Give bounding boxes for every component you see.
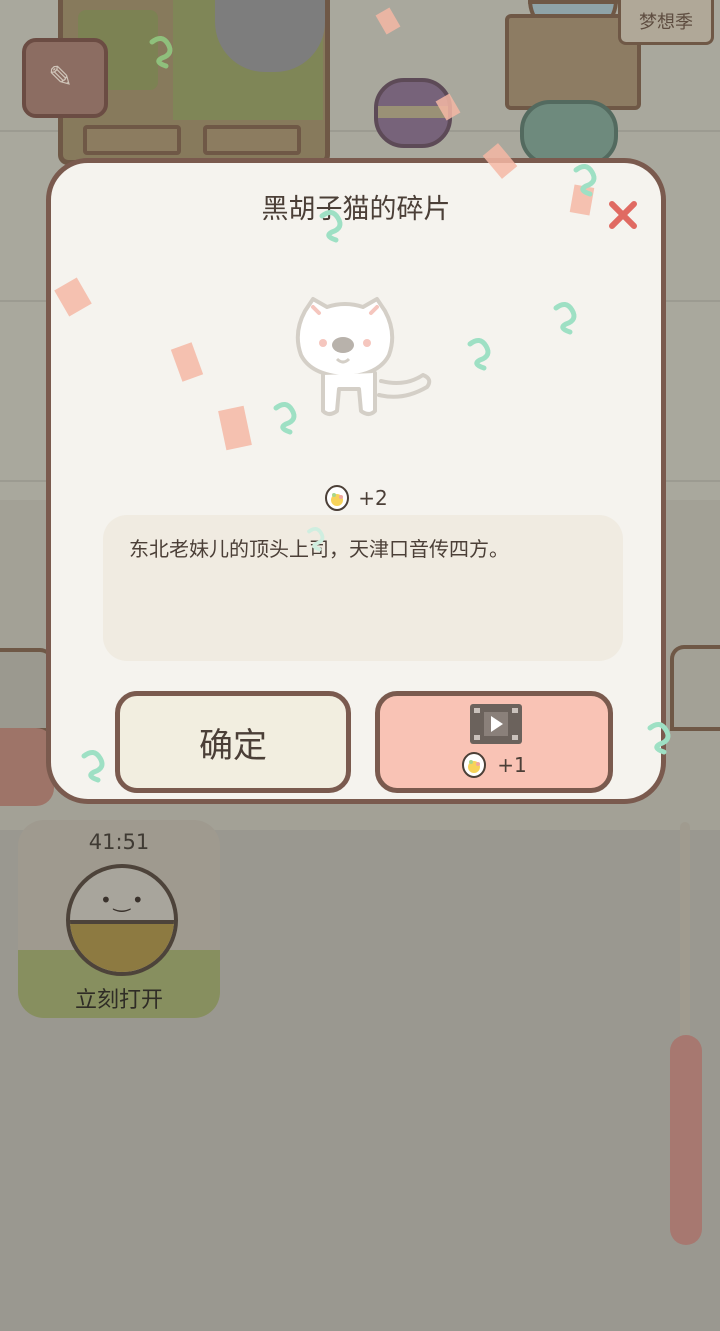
- fragment-dialog: 黑胡子猫的碎片 +2 东北老妹儿的顶头上司，天津口音传四方。 确定 +1: [46, 158, 666, 804]
- description-text: 东北老妹儿的顶头上司，天津口音传四方。: [129, 537, 509, 561]
- close-icon: [609, 201, 637, 229]
- confetti-ribbon: [273, 402, 297, 435]
- egg-card[interactable]: 41:51 •‿• 立刻打开: [18, 820, 220, 1018]
- reward-row: +2: [51, 485, 661, 511]
- bed-drawer: [83, 125, 181, 155]
- right-side-panel[interactable]: [670, 645, 720, 731]
- macaron-furniture[interactable]: [374, 78, 452, 148]
- confetti-ribbon: [467, 338, 491, 371]
- season-tag-label: 梦想季: [639, 12, 693, 33]
- macaron-filling: [378, 106, 448, 118]
- confetti-ribbon: [647, 722, 671, 755]
- egg-icon: •‿•: [66, 864, 178, 976]
- confetti-ribbon: [319, 210, 343, 243]
- confetti-ribbon: [573, 164, 597, 197]
- bed-drawer: [203, 125, 301, 155]
- season-tag-button[interactable]: 梦想季: [618, 0, 714, 45]
- close-button[interactable]: [601, 193, 645, 237]
- confetti-ribbon: [81, 750, 105, 783]
- egg-shell-bottom: [70, 920, 174, 972]
- flower-stool[interactable]: [520, 100, 618, 166]
- egg-currency-icon: [325, 485, 350, 511]
- open-now-button[interactable]: 立刻打开: [18, 982, 220, 1014]
- confirm-button[interactable]: 确定: [115, 691, 351, 793]
- egg-currency-icon: [462, 752, 487, 778]
- scroll-thumb[interactable]: [670, 1035, 702, 1245]
- egg-face-icon: •‿•: [100, 888, 146, 912]
- confetti-ribbon: [553, 302, 577, 335]
- confetti-ribbon: [149, 36, 173, 69]
- pencil-icon: ✎: [48, 60, 74, 95]
- confetti-ribbon: [307, 527, 325, 552]
- description-box: 东北老妹儿的顶头上司，天津口音传四方。: [103, 515, 623, 661]
- video-reward-amount: +1: [497, 753, 527, 777]
- video-play-icon: [470, 704, 522, 744]
- confirm-label: 确定: [199, 725, 267, 766]
- calendar-button[interactable]: ✎: [22, 38, 108, 118]
- egg-timer: 41:51: [88, 830, 150, 854]
- watch-video-button[interactable]: +1: [375, 691, 613, 793]
- reward-amount: +2: [358, 486, 388, 510]
- video-reward-row: +1: [380, 752, 608, 778]
